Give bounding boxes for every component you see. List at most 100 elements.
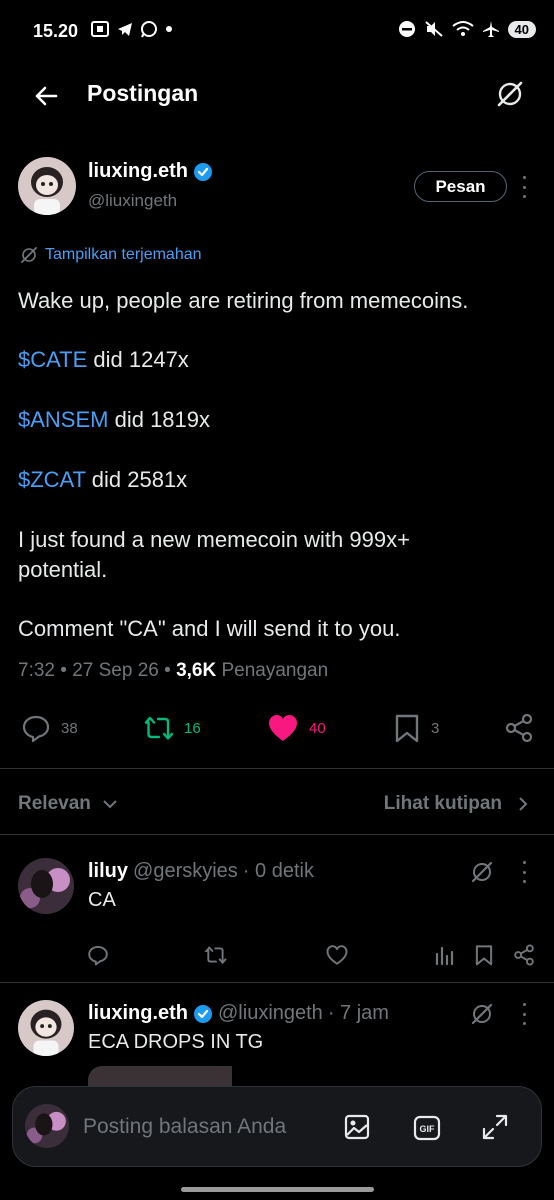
message-button[interactable]: Pesan — [414, 171, 507, 202]
reply-avatar[interactable] — [18, 858, 74, 914]
repost-icon — [144, 716, 174, 740]
grok-icon — [471, 861, 493, 883]
views-count[interactable]: 3,6K — [176, 660, 216, 681]
telegram-icon — [118, 23, 132, 36]
translate-button[interactable] — [468, 1000, 496, 1028]
author-name-text: liuxing.eth — [88, 160, 188, 182]
more-options-icon[interactable] — [518, 1003, 530, 1025]
author-name[interactable]: liuxing.eth — [88, 160, 213, 183]
wifi-icon — [451, 21, 474, 36]
screenshot-icon — [91, 21, 109, 37]
author-avatar[interactable] — [18, 157, 76, 215]
share-button[interactable] — [504, 713, 534, 743]
heart-icon — [326, 945, 348, 965]
reply-input[interactable]: Posting balasan Anda — [83, 1115, 286, 1139]
expand-icon — [482, 1114, 508, 1140]
divider — [0, 834, 554, 835]
like-action[interactable]: 40 — [267, 713, 326, 743]
like-count: 40 — [309, 719, 326, 737]
more-options-icon[interactable] — [518, 176, 530, 198]
reply-text: ECA DROPS IN TG — [88, 1031, 264, 1053]
post-line-2: $CATE did 1247x — [18, 345, 538, 375]
reply-action[interactable]: 38 — [21, 713, 78, 743]
reply-time: · 7 jam — [327, 1002, 389, 1024]
bookmark-icon — [475, 945, 493, 966]
repost-icon — [204, 946, 227, 965]
status-notification-icons — [90, 20, 174, 38]
image-icon — [344, 1114, 370, 1140]
add-image-button[interactable] — [343, 1113, 371, 1141]
arrow-left-icon — [35, 86, 58, 106]
back-button[interactable] — [30, 80, 62, 112]
view-quotes-label: Lihat kutipan — [383, 793, 502, 814]
sort-label: Relevan — [18, 793, 91, 814]
reply-author-handle[interactable]: @liuxingeth — [218, 1002, 323, 1025]
verified-badge-icon — [194, 162, 212, 181]
reply-count: 38 — [61, 719, 78, 737]
post-line-3: $ANSEM did 1819x — [18, 405, 538, 435]
reply-button[interactable] — [87, 944, 109, 966]
chevron-down-icon — [103, 800, 117, 809]
view-quotes-link[interactable]: Lihat kutipan — [384, 793, 530, 815]
gif-icon: GIF — [413, 1115, 441, 1141]
translate-link[interactable]: Tampilkan terjemahan — [20, 246, 202, 264]
reply-author-name[interactable]: liluy — [88, 860, 128, 883]
post-time: 7:32 — [18, 660, 55, 681]
grok-icon — [497, 81, 523, 107]
repost-button[interactable] — [204, 944, 228, 966]
reply-icon — [88, 945, 108, 966]
repost-action[interactable]: 16 — [144, 713, 201, 743]
like-button[interactable] — [325, 944, 349, 966]
repost-count: 16 — [184, 719, 201, 737]
bookmark-action[interactable]: 3 — [393, 713, 439, 743]
cashtag-link[interactable]: $CATE — [18, 347, 87, 372]
grok-icon — [21, 247, 37, 263]
sort-dropdown[interactable]: Relevan — [18, 793, 119, 815]
add-gif-button[interactable]: GIF — [413, 1114, 441, 1142]
more-options-icon[interactable] — [518, 861, 530, 883]
mute-icon — [424, 21, 443, 37]
battery-indicator: 40 — [507, 20, 536, 38]
cashtag-link[interactable]: $ZCAT — [18, 467, 86, 492]
home-indicator[interactable] — [181, 1187, 374, 1192]
reply-author-handle[interactable]: @gerskyies — [133, 860, 238, 883]
views-button[interactable] — [434, 944, 456, 966]
cashtag-link[interactable]: $ANSEM — [18, 407, 108, 432]
bookmark-icon — [395, 714, 419, 743]
author-handle[interactable]: @liuxingeth — [88, 191, 177, 211]
translate-button[interactable] — [494, 78, 526, 110]
translate-button[interactable] — [468, 858, 496, 886]
reply-icon — [22, 715, 50, 743]
reply-time: · 0 detik — [242, 860, 314, 882]
expand-composer-button[interactable] — [481, 1113, 509, 1141]
divider — [0, 982, 554, 983]
reply-avatar[interactable] — [18, 1000, 74, 1056]
reply-text: CA — [88, 889, 116, 911]
post-meta: 7:32 • 27 Sep 26 • 3,6K Penayangan — [18, 660, 328, 682]
post-line-1: Wake up, people are retiring from memeco… — [18, 288, 469, 313]
translate-label: Tampilkan terjemahan — [45, 246, 202, 263]
reply-author-name[interactable]: liuxing.eth — [88, 1002, 188, 1025]
whatsapp-icon — [141, 21, 157, 38]
post-date: 27 Sep 26 — [72, 660, 159, 681]
views-label: Penayangan — [216, 660, 329, 681]
share-icon — [514, 944, 534, 966]
status-time: 15.20 — [33, 21, 79, 41]
avatar-image — [18, 1000, 74, 1056]
reply-composer[interactable]: Posting balasan Anda GIF — [12, 1086, 542, 1167]
bookmark-button[interactable] — [474, 944, 494, 966]
share-button[interactable] — [513, 944, 535, 966]
avatar-image — [18, 157, 76, 215]
post-line-5: I just found a new memecoin with 999x+ p… — [18, 527, 410, 582]
airplane-icon — [482, 21, 499, 37]
verified-badge-icon — [194, 1004, 212, 1023]
post-text-fragment: did 1247x — [87, 347, 189, 372]
chevron-right-icon — [519, 797, 528, 811]
post-line-4: $ZCAT did 2581x — [18, 465, 538, 495]
post-text-fragment: did 2581x — [85, 467, 188, 492]
reply-header: liuxing.eth @liuxingeth · 7 jam — [88, 1002, 389, 1025]
avatar-image — [25, 1104, 69, 1148]
bookmark-count: 3 — [431, 719, 440, 737]
dnd-icon — [398, 21, 415, 37]
meta-separator: • — [54, 660, 73, 681]
